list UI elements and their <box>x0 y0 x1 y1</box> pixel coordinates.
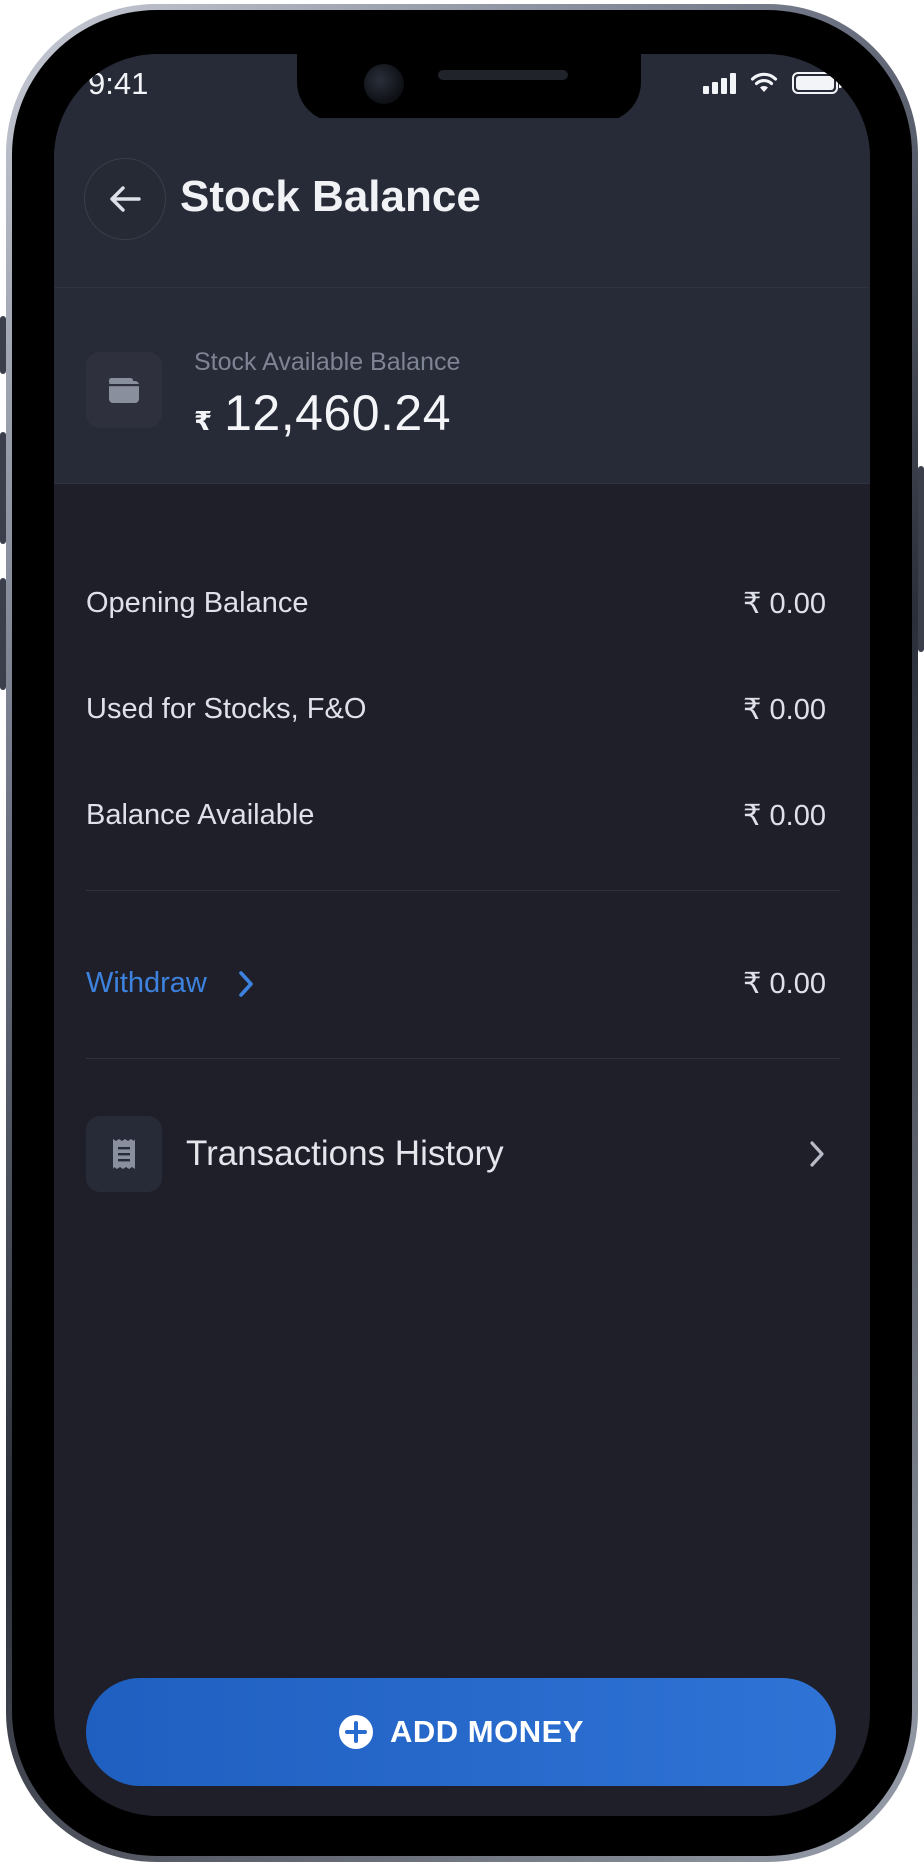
back-button[interactable] <box>84 158 166 240</box>
add-money-label: ADD MONEY <box>390 1714 584 1749</box>
plus-circle-icon <box>339 1715 374 1749</box>
front-camera <box>364 64 404 104</box>
balance-value: ₹ 12,460.24 <box>194 384 451 442</box>
header: Stock Balance <box>54 118 870 288</box>
row-label: Opening Balance <box>86 587 309 619</box>
page-title: Stock Balance <box>180 172 481 221</box>
withdraw-label: Withdraw <box>86 967 207 999</box>
wallet-icon-box <box>86 352 162 428</box>
phone-frame: 9:41 Stock Balance Stock Available Balan… <box>0 4 924 1862</box>
chevron-right-icon <box>810 1141 824 1167</box>
signal-icon <box>703 72 736 94</box>
speaker-grille <box>438 70 568 80</box>
wifi-icon <box>750 72 778 92</box>
chevron-right-icon <box>239 970 253 997</box>
volume-down-button <box>0 578 6 690</box>
currency-symbol: ₹ <box>194 406 213 436</box>
notch <box>297 54 641 122</box>
row-value: ₹ 0.00 <box>743 800 826 832</box>
row-label: Balance Available <box>86 799 315 831</box>
status-time: 9:41 <box>88 66 149 101</box>
breakdown-row-balance-available: Balance Available ₹ 0.00 <box>86 798 826 833</box>
screen: 9:41 Stock Balance Stock Available Balan… <box>54 54 870 1816</box>
balance-card: Stock Available Balance ₹ 12,460.24 <box>54 288 870 484</box>
power-button <box>918 466 924 652</box>
battery-icon <box>792 72 842 94</box>
phone-bezel: 9:41 Stock Balance Stock Available Balan… <box>12 10 912 1856</box>
add-money-button[interactable]: ADD MONEY <box>86 1678 836 1786</box>
breakdown-row-used-for-stocks: Used for Stocks, F&O ₹ 0.00 <box>86 692 826 727</box>
breakdown-row-opening-balance: Opening Balance ₹ 0.00 <box>86 586 826 621</box>
balance-label: Stock Available Balance <box>194 348 461 376</box>
balance-amount: 12,460.24 <box>224 385 452 441</box>
status-icons <box>703 72 842 94</box>
transactions-history-label: Transactions History <box>186 1134 504 1173</box>
volume-up-button <box>0 432 6 544</box>
mute-switch <box>0 316 6 374</box>
back-arrow-icon <box>110 186 141 212</box>
withdraw-value: ₹ 0.00 <box>743 968 826 1000</box>
receipt-icon <box>113 1139 135 1169</box>
withdraw-link[interactable]: Withdraw <box>86 967 255 1000</box>
row-value: ₹ 0.00 <box>743 694 826 726</box>
transactions-history-row[interactable]: Transactions History <box>86 1116 826 1192</box>
wallet-icon <box>109 378 139 403</box>
receipt-icon-box <box>86 1116 162 1192</box>
divider <box>86 1058 840 1059</box>
divider <box>86 890 840 891</box>
withdraw-row: Withdraw ₹ 0.00 <box>86 966 826 1001</box>
row-label: Used for Stocks, F&O <box>86 693 367 725</box>
row-value: ₹ 0.00 <box>743 588 826 620</box>
